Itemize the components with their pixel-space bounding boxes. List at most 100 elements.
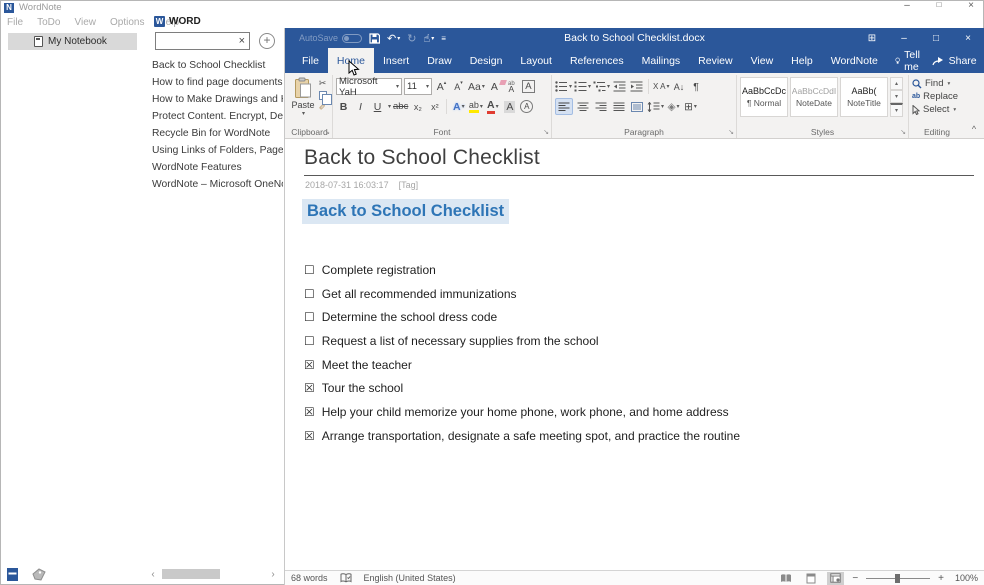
- checkbox-icon[interactable]: ☐: [304, 287, 315, 301]
- page-list-item[interactable]: Protect Content. Encrypt, Decrypt, W: [152, 108, 283, 125]
- zoom-level[interactable]: 100%: [952, 573, 978, 583]
- ribbon-tab[interactable]: Design: [461, 48, 512, 73]
- app-close-button[interactable]: ×: [964, 0, 978, 11]
- style-card[interactable]: AaBb( NoteTitle: [840, 77, 888, 117]
- paste-button[interactable]: Paste ▾: [290, 77, 316, 117]
- touch-mode-dropdown-icon[interactable]: ▾: [431, 35, 434, 42]
- superscript-button[interactable]: x²: [427, 98, 442, 115]
- character-border-button[interactable]: A: [521, 78, 536, 95]
- ribbon-tab[interactable]: Layout: [511, 48, 561, 73]
- increase-indent-button[interactable]: [629, 78, 644, 95]
- save-button[interactable]: [369, 33, 380, 44]
- select-button[interactable]: Select▾: [912, 103, 962, 116]
- ribbon-display-options-button[interactable]: ⊞: [856, 33, 888, 44]
- clipboard-dialog-launcher-icon[interactable]: ↘: [324, 128, 330, 136]
- decrease-indent-button[interactable]: [612, 78, 627, 95]
- touch-mode-button[interactable]: ☝▾: [423, 32, 434, 45]
- sidebar-hscrollbar[interactable]: ‹ ›: [148, 568, 278, 580]
- styles-gallery-more-icon[interactable]: ▾: [890, 103, 903, 117]
- menu-item[interactable]: View: [74, 17, 96, 28]
- line-spacing-button[interactable]: ▾: [647, 98, 664, 115]
- checklist-item[interactable]: ☒ Tour the school: [304, 376, 740, 400]
- shading-button[interactable]: ◈▾: [666, 98, 681, 115]
- character-shading-button[interactable]: A: [502, 98, 517, 115]
- copy-icon[interactable]: [316, 90, 329, 101]
- text-highlight-button[interactable]: ab▾: [468, 98, 483, 115]
- strikethrough-button[interactable]: abc: [393, 98, 408, 115]
- menu-item[interactable]: Options: [110, 17, 144, 28]
- menu-item[interactable]: File: [7, 17, 23, 28]
- tag-icon[interactable]: [32, 568, 47, 581]
- replace-button[interactable]: ab Replace: [912, 90, 962, 103]
- subscript-button[interactable]: x₂: [410, 98, 425, 115]
- ribbon-tab[interactable]: View: [742, 48, 783, 73]
- style-card[interactable]: AaBbCcDdI NoteDate: [790, 77, 838, 117]
- checkbox-icon[interactable]: ☐: [304, 334, 315, 348]
- share-button[interactable]: Share: [932, 55, 977, 67]
- checkbox-icon[interactable]: ☒: [304, 429, 315, 443]
- font-dialog-launcher-icon[interactable]: ↘: [543, 128, 549, 136]
- page-list-item[interactable]: How to Make Drawings and Handwritin: [152, 91, 283, 108]
- multilevel-list-button[interactable]: ▾: [593, 78, 610, 95]
- checkbox-icon[interactable]: ☒: [304, 358, 315, 372]
- page-list-item[interactable]: Back to School Checklist: [152, 57, 283, 74]
- ribbon-tab[interactable]: Review: [689, 48, 741, 73]
- font-color-button[interactable]: A▾: [485, 98, 500, 115]
- asian-layout-button[interactable]: X A▾: [653, 78, 669, 95]
- ribbon-tab[interactable]: Help: [782, 48, 822, 73]
- word-count[interactable]: 68 words: [291, 573, 328, 583]
- bold-button[interactable]: B: [336, 98, 351, 115]
- checklist-item[interactable]: ☐ Complete registration: [304, 258, 740, 282]
- read-mode-button[interactable]: [777, 572, 794, 585]
- underline-dropdown-icon[interactable]: ▾: [388, 103, 391, 110]
- checklist-item[interactable]: ☒ Meet the teacher: [304, 353, 740, 377]
- align-center-button[interactable]: [575, 98, 591, 115]
- checklist-item[interactable]: ☐ Request a list of necessary supplies f…: [304, 329, 740, 353]
- scroll-thumb[interactable]: [162, 569, 220, 579]
- undo-dropdown-icon[interactable]: ▾: [397, 35, 400, 42]
- checkbox-icon[interactable]: ☐: [304, 310, 315, 324]
- distribute-text-button[interactable]: [629, 98, 645, 115]
- find-button[interactable]: Find▾: [912, 77, 962, 90]
- change-case-button[interactable]: Aa▾: [468, 78, 485, 95]
- zoom-slider-thumb[interactable]: [895, 574, 900, 583]
- ribbon-tab[interactable]: Draw: [418, 48, 461, 73]
- page-list-item[interactable]: Recycle Bin for WordNote: [152, 125, 283, 142]
- zoom-in-button[interactable]: +: [938, 573, 944, 584]
- print-layout-button[interactable]: [802, 572, 819, 585]
- language-status[interactable]: English (United States): [364, 573, 456, 583]
- styles-scroll-up-icon[interactable]: ▴: [890, 77, 903, 90]
- tell-me-button[interactable]: Tell me: [887, 48, 932, 73]
- checkbox-icon[interactable]: ☒: [304, 381, 315, 395]
- ribbon-tab[interactable]: References: [561, 48, 633, 73]
- checklist-item[interactable]: ☐ Get all recommended immunizations: [304, 282, 740, 306]
- word-close-button[interactable]: ×: [952, 33, 984, 44]
- font-name-combobox[interactable]: Microsoft YaH▾: [336, 78, 402, 95]
- undo-button[interactable]: ↶▾: [387, 32, 400, 45]
- text-effects-button[interactable]: A▾: [451, 98, 466, 115]
- collapse-ribbon-icon[interactable]: ^: [972, 124, 976, 134]
- italic-button[interactable]: I: [353, 98, 368, 115]
- font-size-combobox[interactable]: 11▾: [404, 78, 432, 95]
- bullets-button[interactable]: ▾: [555, 78, 572, 95]
- checklist-item[interactable]: ☒ Help your child memorize your home pho…: [304, 400, 740, 424]
- shrink-font-button[interactable]: A▾: [451, 78, 466, 95]
- scroll-right-icon[interactable]: ›: [268, 569, 278, 580]
- zoom-slider[interactable]: [866, 573, 930, 584]
- page-list-item[interactable]: WordNote – Microsoft OneNote Altern: [152, 176, 283, 193]
- grow-font-button[interactable]: A▴: [434, 78, 449, 95]
- page-list-item[interactable]: How to find page documents in WordN: [152, 74, 283, 91]
- web-layout-button[interactable]: [827, 572, 844, 585]
- proofing-icon[interactable]: [340, 573, 352, 583]
- word-minimize-button[interactable]: –: [888, 33, 920, 44]
- align-right-button[interactable]: [593, 98, 609, 115]
- page-list-item[interactable]: WordNote Features: [152, 159, 283, 176]
- checkbox-icon[interactable]: ☐: [304, 263, 315, 277]
- paste-dropdown-icon[interactable]: ▾: [302, 110, 305, 117]
- clear-formatting-button[interactable]: A: [487, 78, 502, 95]
- enclose-characters-button[interactable]: A: [519, 98, 534, 115]
- ribbon-tab[interactable]: Home: [328, 48, 374, 73]
- customize-qat-icon[interactable]: ≡: [441, 34, 446, 43]
- word-menu-button[interactable]: W WORD: [154, 16, 201, 27]
- my-notebook-button[interactable]: My Notebook: [8, 33, 137, 50]
